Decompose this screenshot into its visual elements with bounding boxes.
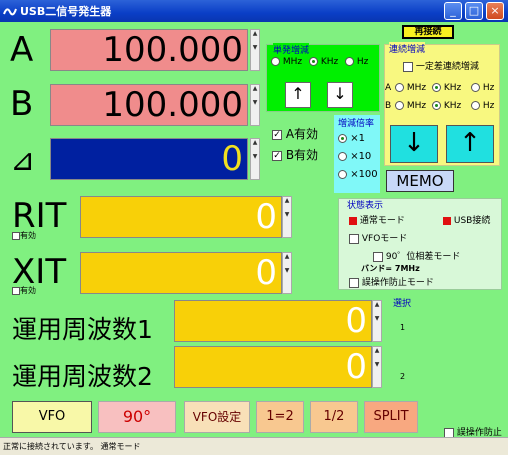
step-title: 単発増減 xyxy=(273,43,310,56)
op2-label: 運用周波数2 xyxy=(12,362,153,391)
step-down-button[interactable]: ↓ xyxy=(327,82,353,108)
app-icon xyxy=(3,8,17,16)
continuous-row-b-label: B xyxy=(385,101,392,111)
continuous-up-button[interactable]: ↑ xyxy=(446,125,494,163)
half-button[interactable]: 1/2 xyxy=(310,401,358,433)
minimize-icon[interactable]: _ xyxy=(444,2,462,20)
b-frequency-field[interactable]: 100.000 xyxy=(50,84,248,126)
maximize-icon[interactable]: □ xyxy=(465,2,483,20)
delta-spinner[interactable]: ▲ ▼ xyxy=(250,138,260,180)
a-spinner[interactable]: ▲ ▼ xyxy=(250,29,260,71)
one-equals-two-button[interactable]: 1=2 xyxy=(256,401,304,433)
delta-field[interactable]: 0 xyxy=(50,138,248,180)
status-bar: 正常に接続されています。 通常モード xyxy=(0,437,508,455)
step-panel: 単発増減 MHz KHz Hz ↑ ↓ xyxy=(266,43,380,112)
a-enable-checkbox[interactable]: ✓ A有効 xyxy=(272,125,318,142)
continuous-panel: 連続増減 一定差連続増減 A MHz KHz Hz B MHz KHz Hz ↓… xyxy=(384,42,500,166)
status-title: 状態表示 xyxy=(347,201,384,211)
cont-b-hz[interactable]: Hz xyxy=(471,101,494,111)
select-2[interactable]: 2 xyxy=(400,372,405,381)
op2-field[interactable]: 0 xyxy=(174,346,372,388)
step-unit-khz[interactable]: KHz xyxy=(309,57,338,67)
rit-spinner[interactable]: ▲ ▼ xyxy=(282,196,292,238)
op2-spinner[interactable]: ▲ ▼ xyxy=(372,346,382,388)
status-band: バンド= 7MHz xyxy=(361,264,420,273)
rit-enable-checkbox[interactable]: 有効 xyxy=(12,230,36,241)
continuous-row-a-label: A xyxy=(385,83,392,93)
title-bar[interactable]: USB二信号発生器 _ □ × xyxy=(0,0,508,22)
ninety-degree-button[interactable]: 90° xyxy=(98,401,176,433)
app-window: USB二信号発生器 _ □ × 再接続 A 100.000 ▲ ▼ B 100.0… xyxy=(0,0,508,455)
status-panel: 状態表示 通常モード USB接続 VFOモード 90゜位相差モード バンド= 7… xyxy=(338,198,502,290)
cont-b-khz[interactable]: KHz xyxy=(432,101,461,111)
cont-a-khz[interactable]: KHz xyxy=(432,83,461,93)
op1-spinner[interactable]: ▲ ▼ xyxy=(372,300,382,342)
cont-a-hz[interactable]: Hz xyxy=(471,83,494,93)
multiplier-panel: 増減倍率 ×1 ×10 ×100 xyxy=(334,115,380,193)
continuous-title: 連続増減 xyxy=(389,42,426,55)
xit-field[interactable]: 0 xyxy=(80,252,282,294)
vfo-button[interactable]: VFO xyxy=(12,401,92,433)
vfo-settings-button[interactable]: VFO設定 xyxy=(184,401,250,433)
constant-diff-checkbox[interactable]: 一定差連続増減 xyxy=(403,59,479,72)
xit-enable-checkbox[interactable]: 有効 xyxy=(12,285,36,296)
xit-spinner[interactable]: ▲ ▼ xyxy=(282,252,292,294)
status-phase-mode: 90゜位相差モード xyxy=(373,249,460,262)
cont-b-mhz[interactable]: MHz xyxy=(395,101,426,111)
step-unit-mhz[interactable]: MHz xyxy=(271,57,302,67)
op1-label: 運用周波数1 xyxy=(12,315,153,344)
close-icon[interactable]: × xyxy=(486,2,504,20)
step-up-button[interactable]: ↑ xyxy=(285,82,311,108)
delta-label: ⊿ xyxy=(10,143,36,178)
select-title: 選択 xyxy=(393,299,412,309)
status-bar-text: 正常に接続されています。 通常モード xyxy=(3,442,141,451)
status-normal-mode: 通常モード xyxy=(349,213,405,226)
multiplier-x10[interactable]: ×10 xyxy=(338,151,371,162)
b-enable-checkbox[interactable]: ✓ B有効 xyxy=(272,146,318,163)
multiplier-title: 増減倍率 xyxy=(338,119,375,129)
multiplier-x100[interactable]: ×100 xyxy=(338,169,378,180)
status-vfo-mode: VFOモード xyxy=(349,231,407,244)
op1-field[interactable]: 0 xyxy=(174,300,372,342)
window-title: USB二信号発生器 xyxy=(20,5,112,18)
b-spinner[interactable]: ▲ ▼ xyxy=(250,84,260,126)
b-label: B xyxy=(10,84,34,124)
multiplier-x1[interactable]: ×1 xyxy=(338,133,365,144)
a-label: A xyxy=(10,30,34,70)
split-button[interactable]: SPLIT xyxy=(364,401,418,433)
status-misoperation-mode: 誤操作防止モード xyxy=(349,275,434,288)
status-usb: USB接続 xyxy=(443,213,490,226)
rit-field[interactable]: 0 xyxy=(80,196,282,238)
reconnect-button[interactable]: 再接続 xyxy=(402,25,454,39)
cont-a-mhz[interactable]: MHz xyxy=(395,83,426,93)
continuous-down-button[interactable]: ↓ xyxy=(390,125,438,163)
select-1[interactable]: 1 xyxy=(400,323,405,332)
step-unit-hz[interactable]: Hz xyxy=(345,57,368,67)
memo-button[interactable]: MEMO xyxy=(386,170,454,192)
a-frequency-field[interactable]: 100.000 xyxy=(50,29,248,71)
